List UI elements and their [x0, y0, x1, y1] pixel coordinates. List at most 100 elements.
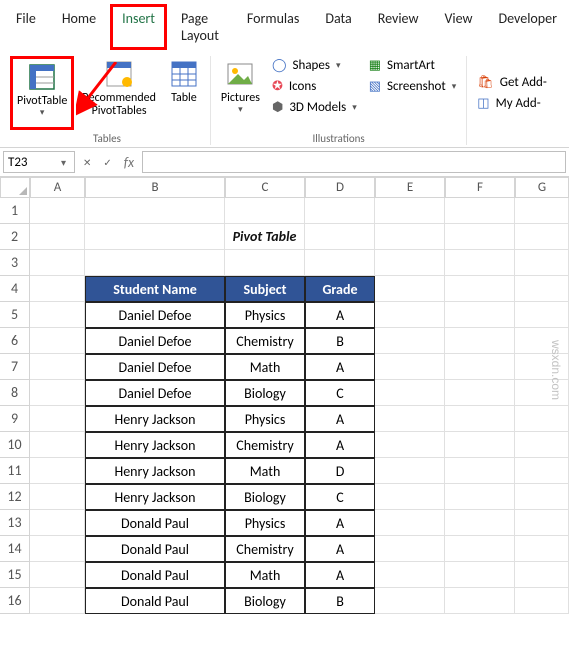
cell[interactable] — [445, 198, 515, 224]
cell[interactable] — [445, 328, 515, 354]
cell[interactable] — [375, 458, 445, 484]
cell[interactable]: D — [305, 458, 375, 484]
cell[interactable] — [515, 458, 569, 484]
cell[interactable]: Donald Paul — [85, 536, 225, 562]
chevron-down-icon[interactable]: ▾ — [57, 156, 70, 169]
row-header[interactable]: 2 — [0, 224, 30, 250]
col-header[interactable]: A — [30, 178, 85, 198]
cell[interactable]: Math — [225, 458, 305, 484]
cell[interactable] — [305, 250, 375, 276]
row-header[interactable]: 5 — [0, 302, 30, 328]
my-addins-button[interactable]: ◫My Add- — [473, 94, 551, 113]
cell[interactable] — [375, 250, 445, 276]
cell[interactable]: C — [305, 484, 375, 510]
formula-input[interactable] — [142, 151, 566, 173]
cell[interactable] — [445, 458, 515, 484]
cell[interactable] — [30, 458, 85, 484]
row-header[interactable]: 8 — [0, 380, 30, 406]
cell[interactable] — [445, 354, 515, 380]
3dmodels-button[interactable]: ⬢3D Models▾ — [268, 98, 361, 117]
cell[interactable] — [445, 276, 515, 302]
row-header[interactable]: 4 — [0, 276, 30, 302]
cell[interactable] — [445, 224, 515, 250]
col-header[interactable]: C — [225, 178, 305, 198]
cell[interactable] — [375, 562, 445, 588]
icons-button[interactable]: ✪Icons — [268, 77, 361, 96]
cell[interactable] — [445, 302, 515, 328]
cell[interactable]: Donald Paul — [85, 510, 225, 536]
tab-review[interactable]: Review — [366, 4, 431, 50]
cell[interactable]: Henry Jackson — [85, 432, 225, 458]
row-header[interactable]: 1 — [0, 198, 30, 224]
check-icon[interactable]: ✓ — [99, 156, 115, 169]
cell[interactable]: Chemistry — [225, 328, 305, 354]
tab-data[interactable]: Data — [313, 4, 363, 50]
cell[interactable] — [375, 406, 445, 432]
shapes-button[interactable]: ◯Shapes▾ — [268, 56, 361, 75]
cell[interactable]: A — [305, 562, 375, 588]
row-header[interactable]: 7 — [0, 354, 30, 380]
tab-page-layout[interactable]: Page Layout — [169, 4, 233, 50]
tab-insert[interactable]: Insert — [110, 4, 167, 50]
cell[interactable] — [445, 406, 515, 432]
cell[interactable] — [30, 276, 85, 302]
cell[interactable]: Math — [225, 562, 305, 588]
fx-icon[interactable]: fx — [120, 154, 138, 171]
cell[interactable] — [30, 250, 85, 276]
tab-view[interactable]: View — [432, 4, 484, 50]
cell[interactable] — [30, 536, 85, 562]
cell[interactable]: Biology — [225, 484, 305, 510]
cell[interactable] — [515, 510, 569, 536]
cell[interactable]: Daniel Defoe — [85, 380, 225, 406]
table-button[interactable]: Table — [164, 56, 204, 130]
cell[interactable] — [375, 536, 445, 562]
select-all-corner[interactable] — [0, 178, 30, 198]
cell[interactable] — [515, 276, 569, 302]
pictures-button[interactable]: Pictures ▾ — [217, 56, 264, 130]
cell[interactable] — [375, 380, 445, 406]
row-header[interactable]: 9 — [0, 406, 30, 432]
cell[interactable] — [515, 250, 569, 276]
cell[interactable] — [30, 562, 85, 588]
cell[interactable] — [515, 302, 569, 328]
name-box[interactable]: T23▾ — [3, 151, 75, 173]
tab-formulas[interactable]: Formulas — [235, 4, 311, 50]
cell[interactable] — [445, 536, 515, 562]
cell[interactable] — [85, 250, 225, 276]
row-header[interactable]: 12 — [0, 484, 30, 510]
cell[interactable] — [30, 354, 85, 380]
cell[interactable]: A — [305, 354, 375, 380]
smartart-button[interactable]: ▦SmartArt — [365, 56, 461, 75]
cell[interactable] — [30, 224, 85, 250]
cell[interactable] — [375, 276, 445, 302]
cell[interactable]: Physics — [225, 302, 305, 328]
cell[interactable] — [375, 432, 445, 458]
col-header[interactable]: D — [305, 178, 375, 198]
cell[interactable]: Physics — [225, 510, 305, 536]
cell[interactable]: Daniel Defoe — [85, 302, 225, 328]
cell[interactable]: Donald Paul — [85, 588, 225, 614]
cell[interactable] — [30, 588, 85, 614]
row-header[interactable]: 15 — [0, 562, 30, 588]
pivottable-button[interactable]: PivotTable ▾ — [10, 56, 74, 130]
cell[interactable] — [445, 250, 515, 276]
cell[interactable]: Physics — [225, 406, 305, 432]
cell[interactable]: Student Name — [85, 276, 225, 302]
get-addins-button[interactable]: 🛍Get Add- — [473, 73, 551, 92]
row-header[interactable]: 3 — [0, 250, 30, 276]
cell[interactable] — [515, 536, 569, 562]
cell[interactable] — [30, 510, 85, 536]
cell[interactable]: Henry Jackson — [85, 458, 225, 484]
cell[interactable] — [30, 432, 85, 458]
cell[interactable] — [515, 406, 569, 432]
cell[interactable] — [305, 224, 375, 250]
cell[interactable] — [375, 302, 445, 328]
cell[interactable]: Daniel Defoe — [85, 328, 225, 354]
cell[interactable] — [445, 588, 515, 614]
screenshot-button[interactable]: ▧Screenshot▾ — [365, 77, 461, 96]
cell[interactable]: Chemistry — [225, 432, 305, 458]
cell[interactable]: Pivot Table — [225, 224, 305, 250]
cell[interactable] — [375, 354, 445, 380]
cell[interactable] — [375, 484, 445, 510]
cell[interactable] — [515, 588, 569, 614]
